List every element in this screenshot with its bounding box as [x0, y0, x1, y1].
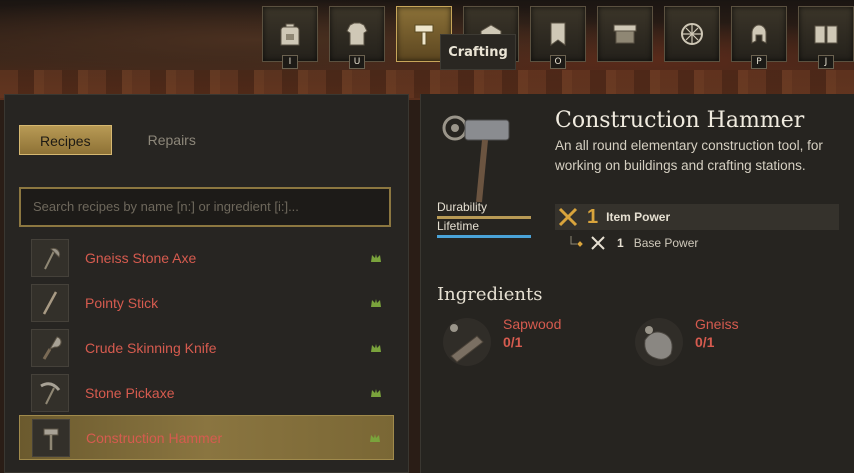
nav-equipment-button[interactable]: U — [329, 6, 385, 69]
banner-icon — [550, 22, 566, 46]
backpack-icon — [280, 23, 300, 46]
nav-market-button[interactable] — [597, 6, 653, 62]
nav-key-label: U — [349, 55, 365, 69]
crown-icon — [371, 343, 381, 352]
hammer-icon — [414, 24, 434, 46]
pickaxe-icon — [31, 373, 69, 412]
item-power-label: Item Power — [606, 210, 671, 224]
nav-skills-button[interactable]: P — [731, 6, 787, 69]
crossed-swords-icon — [558, 207, 578, 227]
ingredient-item[interactable]: Gneiss 0/1 — [633, 316, 739, 368]
base-power-label: Base Power — [633, 236, 699, 250]
nav-clan-button[interactable]: O — [530, 6, 586, 69]
crown-icon — [371, 388, 381, 397]
recipe-item[interactable]: Gneiss Stone Axe — [19, 235, 394, 280]
recipe-item[interactable]: Pointy Stick — [19, 280, 394, 325]
nav-key-label: P — [751, 55, 767, 69]
ingredients-title: Ingredients — [437, 284, 543, 305]
recipe-item[interactable]: Stone Pickaxe — [19, 370, 394, 415]
recipe-item-selected[interactable]: Construction Hammer — [19, 415, 394, 460]
nav-key-label: I — [282, 55, 298, 69]
knife-icon — [31, 328, 69, 367]
armor-icon — [346, 22, 368, 46]
compass-icon — [681, 23, 703, 45]
journal-icon — [814, 25, 838, 44]
crossed-swords-icon — [591, 236, 605, 250]
helmet-icon — [751, 24, 767, 44]
recipe-name: Pointy Stick — [85, 294, 159, 311]
nav-key-label: O — [550, 55, 566, 69]
item-description: An all round elementary construction too… — [555, 138, 823, 173]
ingredient-name: Sapwood — [503, 316, 562, 332]
nav-inventory-button[interactable]: I — [262, 6, 318, 69]
lifetime-label: Lifetime — [437, 219, 480, 233]
nav-map-button[interactable] — [664, 6, 720, 62]
recipe-name: Construction Hammer — [86, 429, 223, 446]
recipe-name: Crude Skinning Knife — [85, 339, 217, 356]
item-power-row: 1 Item Power — [555, 204, 839, 230]
recipe-item[interactable]: Crude Skinning Knife — [19, 325, 394, 370]
tree-branch-icon — [570, 236, 583, 247]
tab-repairs[interactable]: Repairs — [128, 125, 216, 155]
market-stall-icon — [613, 24, 637, 44]
ingredient-count: 0/1 — [695, 334, 715, 350]
crown-icon — [371, 253, 381, 262]
crafting-tooltip: Crafting — [440, 34, 516, 70]
lifetime-bar — [437, 235, 531, 238]
ingredient-count: 0/1 — [503, 334, 523, 350]
axe-icon — [31, 238, 69, 277]
nav-journal-button[interactable]: J — [798, 6, 854, 69]
recipe-tabs: Recipes Repairs — [19, 125, 216, 155]
base-power-row: 1 Base Power — [569, 234, 698, 252]
stick-icon — [31, 283, 69, 322]
item-power-value: 1 — [587, 205, 599, 228]
item-title: Construction Hammer — [555, 108, 805, 133]
recipes-panel: Recipes Repairs Search recipes by name [… — [4, 94, 409, 473]
recipe-name: Gneiss Stone Axe — [85, 249, 197, 266]
recipe-name: Stone Pickaxe — [85, 384, 175, 401]
nav-key-label: J — [818, 55, 834, 69]
base-power-value: 1 — [617, 236, 624, 250]
recipe-list: Gneiss Stone Axe Pointy Stick Crude Skin… — [19, 235, 394, 460]
top-navigation: I U O P J — [262, 6, 854, 69]
crown-icon — [371, 298, 381, 307]
tab-recipes[interactable]: Recipes — [19, 125, 112, 155]
recipe-search-input[interactable]: Search recipes by name [n:] or ingredien… — [19, 187, 391, 227]
hammer-icon — [32, 418, 70, 457]
wood-log-icon — [443, 318, 491, 366]
crown-icon — [370, 433, 380, 442]
construction-hammer-icon — [442, 115, 510, 203]
durability-label: Durability — [437, 200, 488, 214]
recipe-detail-panel: Construction Hammer An all round element… — [420, 94, 854, 473]
ingredient-name: Gneiss — [695, 316, 739, 332]
stone-icon — [635, 318, 683, 366]
ingredient-item[interactable]: Sapwood 0/1 — [441, 316, 561, 368]
